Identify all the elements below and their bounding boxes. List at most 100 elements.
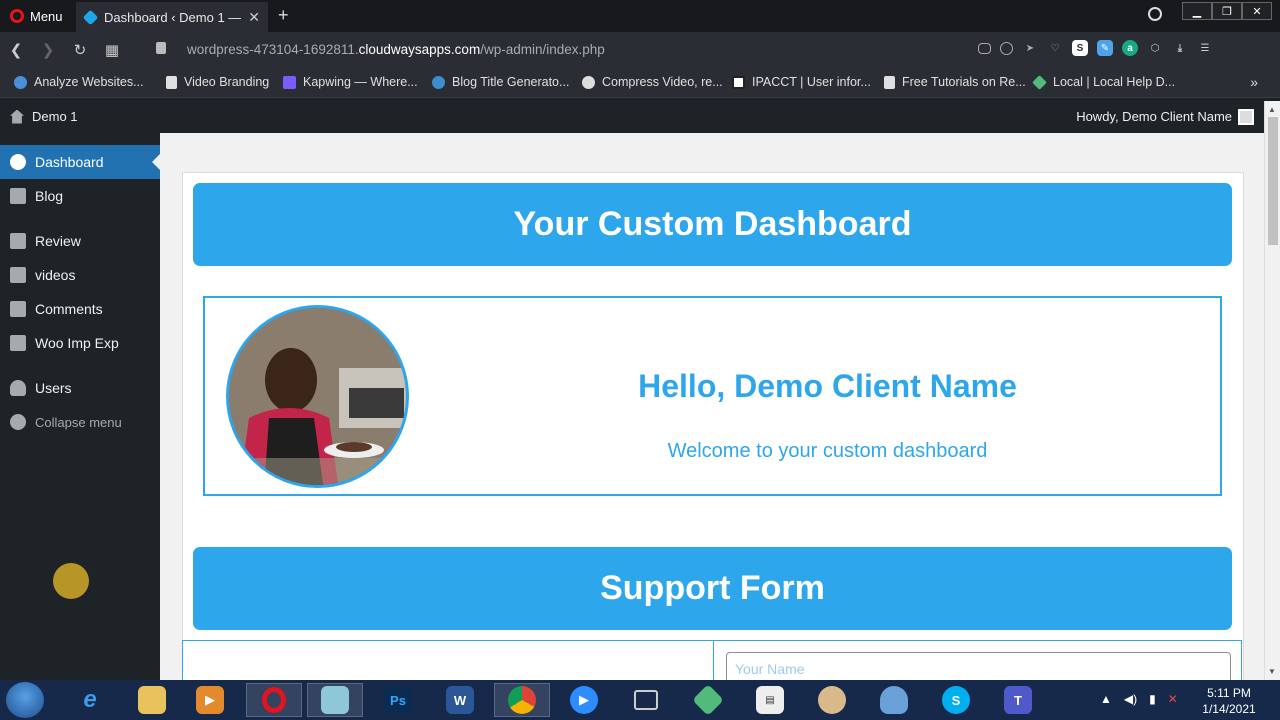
feather-extension-icon[interactable]: ✎ <box>1097 40 1113 56</box>
bookmark-2[interactable]: Kapwing — Where... <box>283 75 418 89</box>
taskbar-photoshop[interactable]: Ps <box>370 683 426 717</box>
opera-icon <box>262 687 286 713</box>
sidebar-item-comments[interactable]: Comments <box>0 292 160 326</box>
extension-icons: ➤ ♡ S ✎ a ⬡ ⤓ ☰ <box>978 40 1213 56</box>
bookmark-3[interactable]: Blog Title Generato... <box>432 75 569 89</box>
taskbar-skype[interactable]: S <box>928 683 984 717</box>
form-divider <box>713 641 714 680</box>
taskbar-paint[interactable] <box>804 683 860 717</box>
window-controls: ▁ ❐ ✕ <box>1182 2 1272 20</box>
start-button[interactable] <box>6 682 44 718</box>
bookmark-7[interactable]: Local | Local Help D... <box>1032 74 1176 90</box>
send-icon[interactable]: ➤ <box>1022 40 1038 56</box>
teams-icon: T <box>1004 686 1032 714</box>
browser-tab-dashboard[interactable]: Dashboard ‹ Demo 1 — Wo ✕ <box>76 2 268 32</box>
bookmark-1[interactable]: Video Branding <box>166 75 269 89</box>
scroll-thumb[interactable] <box>1268 117 1278 245</box>
cube-icon[interactable]: ⬡ <box>1147 40 1163 56</box>
taskbar-word[interactable]: W <box>432 683 488 717</box>
howdy-account-link[interactable]: Howdy, Demo Client Name <box>1076 109 1232 124</box>
more-bookmarks-icon[interactable]: » <box>1250 74 1258 90</box>
s-extension-icon[interactable]: S <box>1072 40 1088 56</box>
minimize-button[interactable]: ▁ <box>1182 2 1212 20</box>
sidebar-item-videos[interactable]: videos <box>0 258 160 292</box>
taskbar-calculator[interactable]: ▤ <box>742 683 798 717</box>
url-field[interactable]: wordpress-473104-1692811.cloudwaysapps.c… <box>187 42 605 57</box>
page-scrollbar[interactable]: ▲ ▼ <box>1264 101 1280 680</box>
heart-icon[interactable]: ♡ <box>1047 40 1063 56</box>
sidebar-item-label: Woo Imp Exp <box>35 335 119 351</box>
clock-date: 1/14/2021 <box>1202 702 1256 716</box>
bookmark-4[interactable]: Compress Video, re... <box>582 75 723 89</box>
bookmark-6[interactable]: Free Tutorials on Re... <box>884 75 1026 89</box>
sidebar-item-review[interactable]: Review <box>0 224 160 258</box>
sidebar-item-dashboard[interactable]: Dashboard <box>0 145 160 179</box>
bookmark-label: Analyze Websites... <box>34 75 144 89</box>
site-name: Demo 1 <box>32 109 78 124</box>
back-icon[interactable]: ❮ <box>0 41 32 59</box>
camera-icon[interactable] <box>978 42 991 54</box>
photoshop-icon: Ps <box>384 686 412 714</box>
taskbar-local[interactable] <box>680 683 736 717</box>
avatar[interactable] <box>1238 109 1254 125</box>
bookmark-favicon-icon <box>432 75 445 89</box>
adblock-icon[interactable] <box>1000 41 1013 55</box>
comment-icon <box>10 301 26 317</box>
hello-title: Hello, Demo Client Name <box>638 368 1017 404</box>
tab-favicon-icon <box>82 9 99 25</box>
close-tab-icon[interactable]: ✕ <box>248 9 260 26</box>
scroll-down-icon[interactable]: ▼ <box>1268 667 1276 676</box>
sidebar-item-label: Comments <box>35 301 103 317</box>
scroll-up-icon[interactable]: ▲ <box>1268 105 1276 114</box>
settings-lines-icon[interactable]: ☰ <box>1197 40 1213 56</box>
main-content: Your Custom Dashboard Hello, Demo Client… <box>160 133 1264 680</box>
a-extension-icon[interactable]: a <box>1122 40 1138 56</box>
bookmark-favicon-icon <box>732 75 745 89</box>
network-icon[interactable]: ▮ <box>1149 692 1156 706</box>
skype-icon: S <box>942 686 970 714</box>
reload-icon[interactable]: ↻ <box>64 41 96 59</box>
forward-icon[interactable]: ❯ <box>32 41 64 59</box>
bookmark-favicon-icon <box>582 75 595 89</box>
system-clock[interactable]: 5:11 PM 1/14/2021 <box>1200 685 1258 717</box>
taskbar-chrome[interactable] <box>494 683 550 717</box>
edit-post-icon <box>10 188 26 204</box>
sidebar-item-blog[interactable]: Blog <box>0 179 160 213</box>
volume-icon[interactable]: ◀) <box>1124 692 1137 706</box>
cursor-highlight <box>53 563 89 599</box>
word-icon: W <box>446 686 474 714</box>
taskbar-notepad[interactable] <box>307 683 363 717</box>
download-icon[interactable]: ⤓ <box>1172 40 1188 56</box>
close-window-button[interactable]: ✕ <box>1242 2 1272 20</box>
screen-recorder-icon <box>634 690 658 710</box>
taskbar-teams[interactable]: T <box>990 683 1046 717</box>
tabs-grid-icon[interactable]: ▦ <box>96 41 128 59</box>
bookmark-5[interactable]: IPACCT | User infor... <box>732 75 871 89</box>
power-icon[interactable]: ✕ <box>1168 692 1178 706</box>
sidebar-item-label: Dashboard <box>35 154 104 170</box>
taskbar-vpn[interactable] <box>866 683 922 717</box>
collapse-menu-button[interactable]: Collapse menu <box>0 405 160 439</box>
tab-search-icon[interactable] <box>1148 7 1162 21</box>
taskbar-zoom[interactable]: ▶ <box>556 683 612 717</box>
page-icon <box>884 75 895 89</box>
new-tab-button[interactable]: + <box>278 5 289 26</box>
opera-menu-button[interactable]: Menu <box>0 0 73 32</box>
taskbar-media[interactable]: ▶ <box>182 683 238 717</box>
taskbar-explorer[interactable] <box>124 683 180 717</box>
home-icon <box>10 109 24 124</box>
lock-icon <box>156 42 166 54</box>
site-name-link[interactable]: Demo 1 <box>10 109 78 124</box>
maximize-button[interactable]: ❐ <box>1212 2 1242 20</box>
bookmark-favicon-icon <box>14 75 27 89</box>
your-name-input[interactable] <box>726 652 1231 680</box>
taskbar-opera[interactable] <box>246 683 302 717</box>
taskbar-screen-recorder[interactable] <box>618 683 674 717</box>
bookmark-0[interactable]: Analyze Websites... <box>14 75 144 89</box>
sidebar-item-users[interactable]: Users <box>0 371 160 405</box>
sidebar-item-label: Review <box>35 233 81 249</box>
taskbar-ie[interactable]: e <box>62 683 118 717</box>
tray-expand-icon[interactable]: ▲ <box>1100 692 1112 706</box>
sidebar-item-woo-imp-exp[interactable]: Woo Imp Exp <box>0 326 160 360</box>
bookmark-label: Local | Local Help D... <box>1053 75 1176 89</box>
